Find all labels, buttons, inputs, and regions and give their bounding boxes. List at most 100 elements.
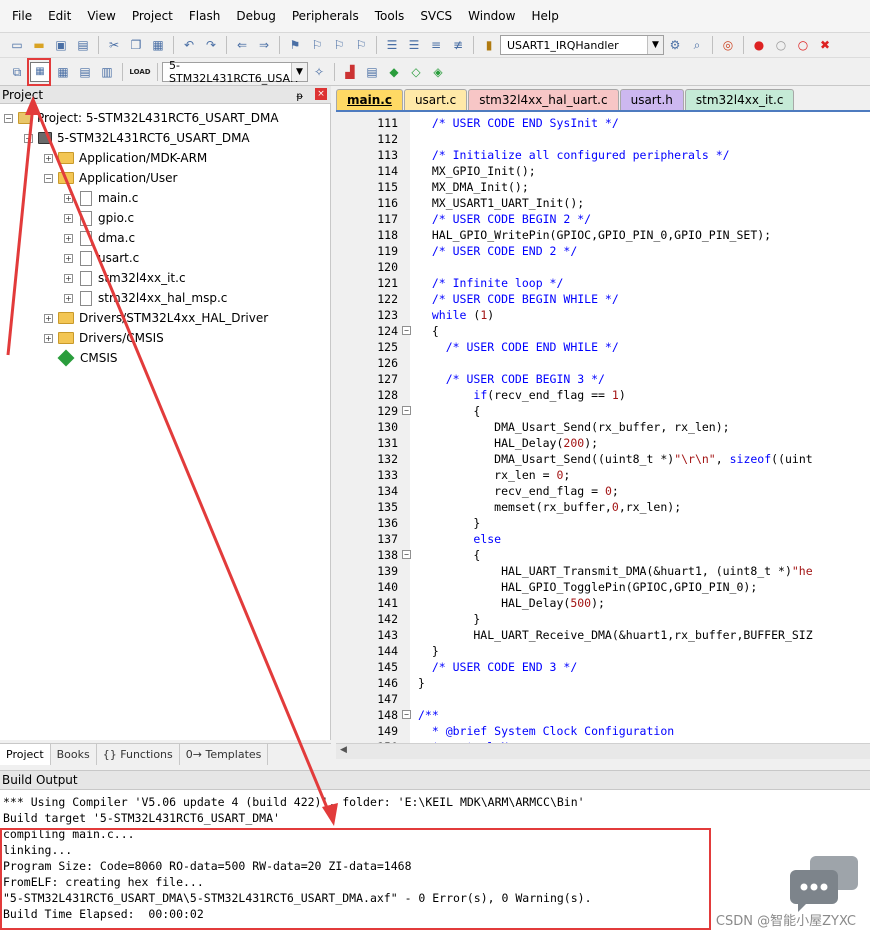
navigate-back-icon[interactable]: ⇐ — [233, 36, 251, 54]
save-all-icon[interactable]: ▤ — [74, 36, 92, 54]
tree-item-gpio-c[interactable]: + gpio.c — [64, 208, 134, 228]
menu-item-debug[interactable]: Debug — [228, 0, 283, 33]
fold-collapse-icon[interactable]: − — [402, 710, 411, 719]
configure-icon[interactable]: ⚙ — [666, 36, 684, 54]
code-text: /** — [418, 708, 439, 722]
menu-item-help[interactable]: Help — [523, 0, 566, 33]
batch-build-icon[interactable]: ▤ — [76, 63, 94, 81]
horizontal-scrollbar[interactable]: ◀ — [336, 743, 870, 759]
expand-icon[interactable]: + — [64, 253, 73, 263]
line-number: 112 — [377, 132, 398, 146]
tree-item-drivers-cmsis[interactable]: + Drivers/CMSIS — [44, 328, 164, 348]
translate-icon[interactable]: ⧉ — [8, 63, 26, 81]
tree-item-5-stm32l431rct6-usart-dma[interactable]: − 5-STM32L431RCT6_USART_DMA — [24, 128, 250, 148]
new-file-icon[interactable]: ▭ — [8, 36, 26, 54]
menu-item-flash[interactable]: Flash — [181, 0, 228, 33]
uncomment-icon[interactable]: ≢ — [449, 36, 467, 54]
comment-icon[interactable]: ≡ — [427, 36, 445, 54]
tree-item-cmsis[interactable]: CMSIS — [44, 348, 118, 368]
menu-item-edit[interactable]: Edit — [40, 0, 79, 33]
editor-tab-usart-h[interactable]: usart.h — [619, 89, 684, 110]
run-time-environment-icon[interactable]: ◈ — [429, 63, 447, 81]
select-packs-icon[interactable]: ◇ — [407, 63, 425, 81]
expand-icon[interactable]: + — [64, 273, 73, 283]
rebuild-icon[interactable]: ▦ — [54, 63, 72, 81]
panel-tab-3[interactable]: 0→ Templates — [180, 744, 269, 765]
navigate-forward-icon[interactable]: ⇒ — [255, 36, 273, 54]
editor-tab-stm32l4xx-it-c[interactable]: stm32l4xx_it.c — [684, 89, 795, 110]
close-icon[interactable]: × — [315, 88, 327, 100]
debug-session-icon[interactable]: ◎ — [719, 36, 737, 54]
menu-item-file[interactable]: File — [4, 0, 40, 33]
find-icon[interactable]: ⌕ — [688, 36, 706, 54]
download-icon[interactable]: LOAD — [129, 63, 151, 81]
expand-icon[interactable]: + — [64, 213, 73, 223]
expand-icon[interactable]: + — [44, 153, 53, 163]
editor-tab-main-c[interactable]: main.c — [336, 89, 403, 110]
tree-item-main-c[interactable]: + main.c — [64, 188, 138, 208]
function-select[interactable]: USART1_IRQHandler ▼ — [500, 35, 664, 55]
panel-tab-2[interactable]: {} Functions — [97, 744, 180, 765]
collapse-icon[interactable]: − — [44, 173, 53, 183]
tree-item-drivers-stm32l4xx-hal-driver[interactable]: + Drivers/STM32L4xx_HAL_Driver — [44, 308, 268, 328]
panel-tab-1[interactable]: Books — [51, 744, 97, 765]
tree-item-usart-c[interactable]: + usart.c — [64, 248, 139, 268]
editor-tab-usart-c[interactable]: usart.c — [403, 89, 468, 110]
open-folder-icon[interactable]: ▬ — [30, 36, 48, 54]
disable-breakpoint-icon[interactable]: ○ — [772, 36, 790, 54]
fold-collapse-icon[interactable]: − — [402, 550, 411, 559]
menu-item-tools[interactable]: Tools — [367, 0, 413, 33]
tree-item-dma-c[interactable]: + dma.c — [64, 228, 135, 248]
prev-bookmark-icon[interactable]: ⚐ — [308, 36, 326, 54]
copy-icon[interactable]: ❐ — [127, 36, 145, 54]
watermark: CSDN @智能小屋ZYXC — [715, 914, 856, 929]
manage-components-icon[interactable]: ▤ — [363, 63, 381, 81]
save-icon[interactable]: ▣ — [52, 36, 70, 54]
cut-icon[interactable]: ✂ — [105, 36, 123, 54]
expand-icon[interactable]: + — [64, 193, 73, 203]
file-extensions-icon[interactable]: ▟ — [341, 63, 359, 81]
collapse-icon[interactable]: − — [24, 133, 33, 143]
stop-build-icon[interactable]: ▥ — [98, 63, 116, 81]
panel-tab-0[interactable]: Project — [0, 744, 51, 765]
redo-icon[interactable]: ↷ — [202, 36, 220, 54]
menu-item-peripherals[interactable]: Peripherals — [284, 0, 367, 33]
bookmark-icon[interactable]: ⚑ — [286, 36, 304, 54]
expand-icon[interactable]: + — [64, 293, 73, 303]
indent-icon[interactable]: ☰ — [383, 36, 401, 54]
toolbar-separator — [226, 36, 227, 54]
fold-collapse-icon[interactable]: − — [402, 406, 411, 415]
undo-icon[interactable]: ↶ — [180, 36, 198, 54]
target-select-value: 5-STM32L431RCT6_USAR — [169, 58, 298, 85]
editor-tab-stm32l4xx-hal-uart-c[interactable]: stm32l4xx_hal_uart.c — [468, 89, 619, 110]
menu-item-svcs[interactable]: SVCS — [412, 0, 460, 33]
target-options-icon[interactable]: ✧ — [310, 63, 328, 81]
tree-item-application-user[interactable]: − Application/User — [44, 168, 177, 188]
expand-icon[interactable]: + — [44, 313, 53, 323]
fold-collapse-icon[interactable]: − — [402, 326, 411, 335]
find-in-files-icon[interactable]: ▮ — [480, 36, 498, 54]
collapse-icon[interactable]: − — [4, 113, 13, 123]
paste-icon[interactable]: ▦ — [149, 36, 167, 54]
next-bookmark-icon[interactable]: ⚐ — [330, 36, 348, 54]
code-line: 126 — [336, 355, 870, 371]
kill-breakpoints-icon[interactable]: ✖ — [816, 36, 834, 54]
target-select[interactable]: 5-STM32L431RCT6_USAR ▼ — [162, 58, 308, 85]
expand-icon[interactable]: + — [44, 333, 53, 343]
tree-item-stm32l4xx-it-c[interactable]: + stm32l4xx_it.c — [64, 268, 186, 288]
breakpoint-icon[interactable]: ● — [750, 36, 768, 54]
scroll-left-icon[interactable]: ◀ — [340, 745, 347, 755]
code-text: * @brief System Clock Configuration — [418, 724, 675, 738]
tree-item-project-5-stm32l431rct6-usart-dma[interactable]: − Project: 5-STM32L431RCT6_USART_DMA — [4, 108, 279, 128]
pack-installer-icon[interactable]: ◆ — [385, 63, 403, 81]
menu-item-view[interactable]: View — [79, 0, 123, 33]
code-editor[interactable]: 111 /* USER CODE END SysInit */112 113 /*… — [336, 110, 870, 743]
clear-bookmarks-icon[interactable]: ⚐ — [352, 36, 370, 54]
menu-item-project[interactable]: Project — [124, 0, 181, 33]
expand-icon[interactable]: + — [64, 233, 73, 243]
tree-item-stm32l4xx-hal-msp-c[interactable]: + stm32l4xx_hal_msp.c — [64, 288, 227, 308]
unindent-icon[interactable]: ☰ — [405, 36, 423, 54]
menu-item-window[interactable]: Window — [460, 0, 523, 33]
tree-item-application-mdk-arm[interactable]: + Application/MDK-ARM — [44, 148, 207, 168]
disable-all-breakpoints-icon[interactable]: ○ — [794, 36, 812, 54]
